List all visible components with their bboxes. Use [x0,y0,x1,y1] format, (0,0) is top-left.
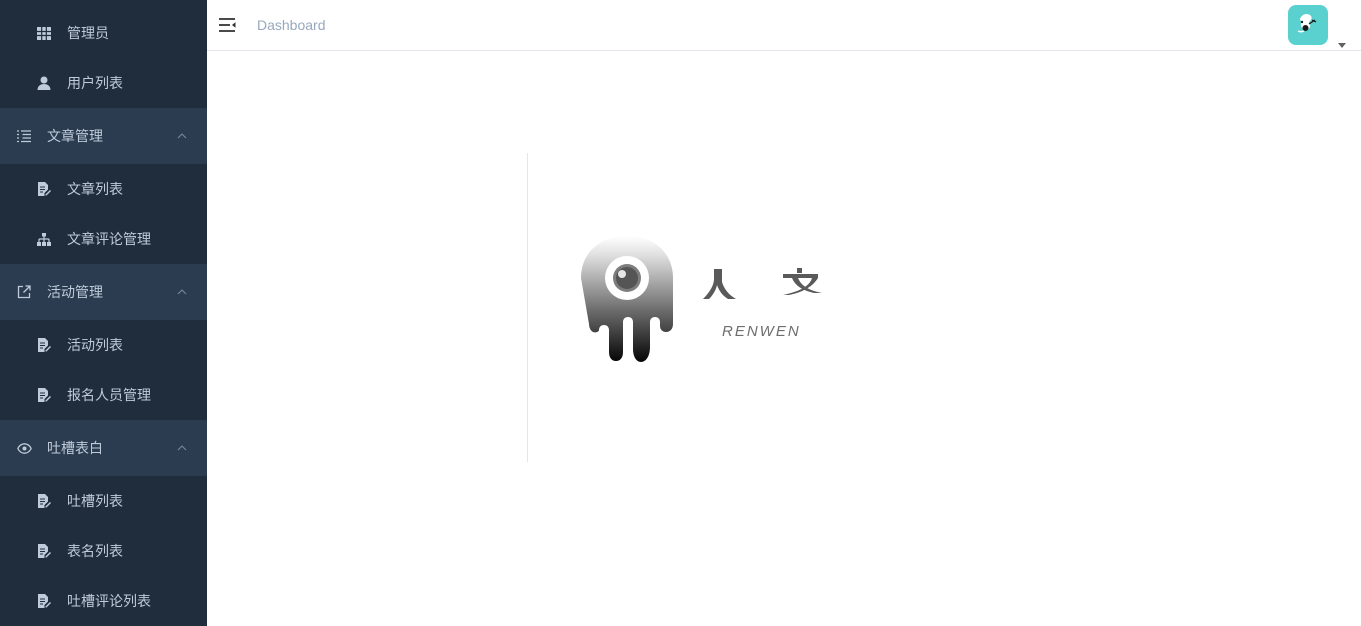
logo-subtitle: RENWEN [722,323,801,340]
sidebar-item-registrants[interactable]: 报名人员管理 [0,370,207,420]
sidebar-item-user-list[interactable]: 用户列表 [0,58,207,108]
chevron-up-icon [177,443,187,453]
sidebar: 管理员 用户列表 文章管理 文章列表 文章评论管理 活动管理 活动列表 报名人员… [0,0,207,626]
sidebar-item-rant-comments[interactable]: 吐槽评论列表 [0,576,207,626]
document-edit-icon [36,337,52,353]
list-icon [16,128,32,144]
external-link-icon [16,284,32,300]
sidebar-item-label: 文章列表 [67,182,123,198]
sidebar-item-rant-list[interactable]: 吐槽列表 [0,476,207,526]
sidebar-group-confessions[interactable]: 吐槽表白 [0,420,207,476]
document-edit-icon [36,543,52,559]
sidebar-item-label: 吐槽评论列表 [67,594,151,610]
sidebar-item-label: 吐槽列表 [67,494,123,510]
logo-glyphs: 人 文 [830,262,831,263]
hamburger-menu-icon[interactable] [219,17,236,33]
document-edit-icon [36,181,52,197]
caret-down-icon[interactable] [1338,33,1346,48]
sidebar-group-activities[interactable]: 活动管理 [0,264,207,320]
breadcrumb: Dashboard [257,17,326,33]
sidebar-item-activity-list[interactable]: 活动列表 [0,320,207,370]
sidebar-item-confession-list[interactable]: 表名列表 [0,526,207,576]
sidebar-group-label: 文章管理 [47,129,103,145]
sidebar-item-article-list[interactable]: 文章列表 [0,164,207,214]
chevron-up-icon [177,131,187,141]
avatar[interactable] [1288,5,1328,45]
document-edit-icon [36,593,52,609]
sidebar-group-label: 吐槽表白 [47,441,103,457]
document-edit-icon [36,493,52,509]
sidebar-item-label: 表名列表 [67,544,123,560]
document-edit-icon [36,387,52,403]
sidebar-item-label: 管理员 [67,26,109,42]
renwen-logo-mark [579,234,675,366]
chevron-up-icon [177,287,187,297]
user-icon [36,75,52,91]
sidebar-group-label: 活动管理 [47,285,103,301]
sidebar-item-article-comments[interactable]: 文章评论管理 [0,214,207,264]
sidebar-group-articles[interactable]: 文章管理 [0,108,207,164]
divider [527,153,528,462]
table-icon [36,25,52,41]
sidebar-item-label: 活动列表 [67,338,123,354]
sidebar-item-admin[interactable]: 管理员 [0,8,207,58]
sidebar-item-label: 文章评论管理 [67,232,151,248]
sitemap-icon [36,231,52,247]
sidebar-item-label: 报名人员管理 [67,388,151,404]
navbar: Dashboard [207,0,1361,51]
eye-icon [16,440,32,456]
renwen-logo-text: 人 文 [700,262,830,302]
sidebar-item-label: 用户列表 [67,76,123,92]
